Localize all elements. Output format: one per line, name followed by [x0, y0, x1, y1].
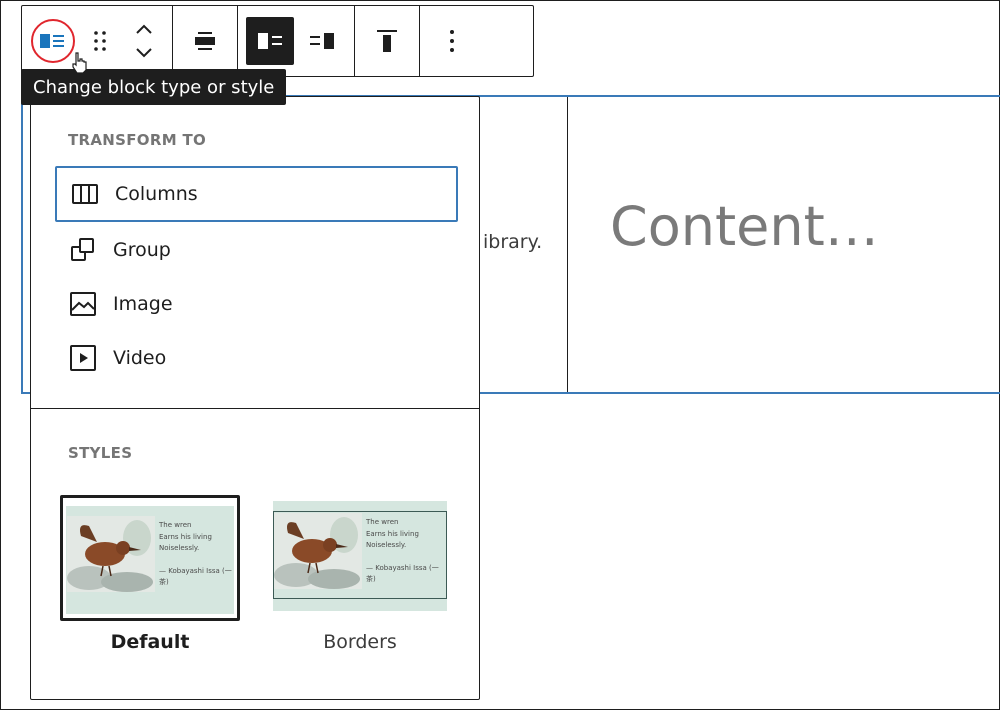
poem-gap	[159, 555, 232, 566]
style-default-preview[interactable]: The wren Earns his living Noiselessly. —…	[60, 495, 240, 621]
block-switcher-popover: TRANSFORM TO Columns Group Image Video S…	[30, 96, 480, 700]
style-default-poem: The wren Earns his living Noiselessly. —…	[159, 520, 232, 589]
transform-columns[interactable]: Columns	[55, 166, 458, 222]
style-default-option[interactable]: The wren Earns his living Noiselessly. —…	[60, 495, 240, 653]
transform-video[interactable]: Video	[55, 330, 458, 386]
poem-line: Noiselessly.	[366, 541, 407, 549]
video-icon	[69, 344, 97, 372]
toolbar-group-block	[22, 6, 173, 76]
style-borders-preview[interactable]: The wren Earns his living Noiselessly. —…	[270, 495, 450, 621]
options-button[interactable]	[428, 17, 476, 65]
hand-cursor-icon	[72, 52, 87, 74]
vertical-align-button[interactable]	[363, 17, 411, 65]
chevron-up-down-icon	[136, 24, 152, 58]
wren-illustration	[274, 513, 362, 589]
columns-icon	[71, 180, 99, 208]
align-center-icon	[195, 32, 215, 50]
more-vertical-icon	[450, 30, 454, 52]
content-placeholder[interactable]: Content…	[610, 195, 879, 258]
poem-attribution: — Kobayashi Issa (一	[159, 566, 232, 575]
transform-group[interactable]: Group	[55, 222, 458, 278]
block-type-button[interactable]	[28, 17, 76, 65]
media-right-button[interactable]	[298, 17, 346, 65]
image-icon	[69, 290, 97, 318]
transform-video-label: Video	[113, 347, 167, 369]
highlight-ring	[31, 19, 75, 63]
poem-attribution: 茶)	[366, 575, 376, 583]
transform-to-heading: TRANSFORM TO	[68, 131, 207, 149]
style-borders-option[interactable]: The wren Earns his living Noiselessly. —…	[270, 495, 450, 653]
transform-image[interactable]: Image	[55, 276, 458, 332]
toolbar-group-options	[420, 6, 484, 76]
poem-line: The wren	[366, 518, 399, 526]
media-description-text: ibrary.	[483, 231, 543, 253]
style-borders-poem: The wren Earns his living Noiselessly. —…	[366, 517, 439, 586]
poem-attribution: — Kobayashi Issa (一	[366, 563, 439, 572]
drag-handle-icon	[94, 31, 106, 51]
style-default-caption: Default	[110, 631, 190, 653]
toolbar-group-media-position	[238, 6, 355, 76]
poem-line: Earns his living	[159, 532, 212, 541]
popover-divider	[31, 408, 479, 409]
poem-line: Noiselessly.	[159, 544, 200, 552]
transform-image-label: Image	[113, 293, 173, 315]
media-right-icon	[310, 33, 334, 49]
toolbar-group-align	[173, 6, 238, 76]
move-up-down-button[interactable]	[124, 17, 164, 65]
media-left-button[interactable]	[246, 17, 294, 65]
wren-illustration	[67, 516, 155, 592]
toolbar-group-vertical-align	[355, 6, 420, 76]
transform-columns-label: Columns	[115, 183, 198, 205]
block-type-tooltip: Change block type or style	[21, 69, 287, 105]
block-toolbar	[21, 5, 534, 77]
style-borders-caption: Borders	[323, 631, 397, 653]
align-button[interactable]	[181, 17, 229, 65]
styles-heading: STYLES	[68, 444, 133, 462]
group-icon	[69, 236, 97, 264]
poem-line: The wren	[159, 521, 192, 529]
poem-gap	[366, 552, 439, 563]
poem-line: Earns his living	[366, 529, 419, 538]
poem-attribution: 茶)	[159, 578, 169, 586]
align-top-icon	[377, 30, 397, 52]
media-left-icon	[258, 33, 282, 49]
transform-group-label: Group	[113, 239, 171, 261]
